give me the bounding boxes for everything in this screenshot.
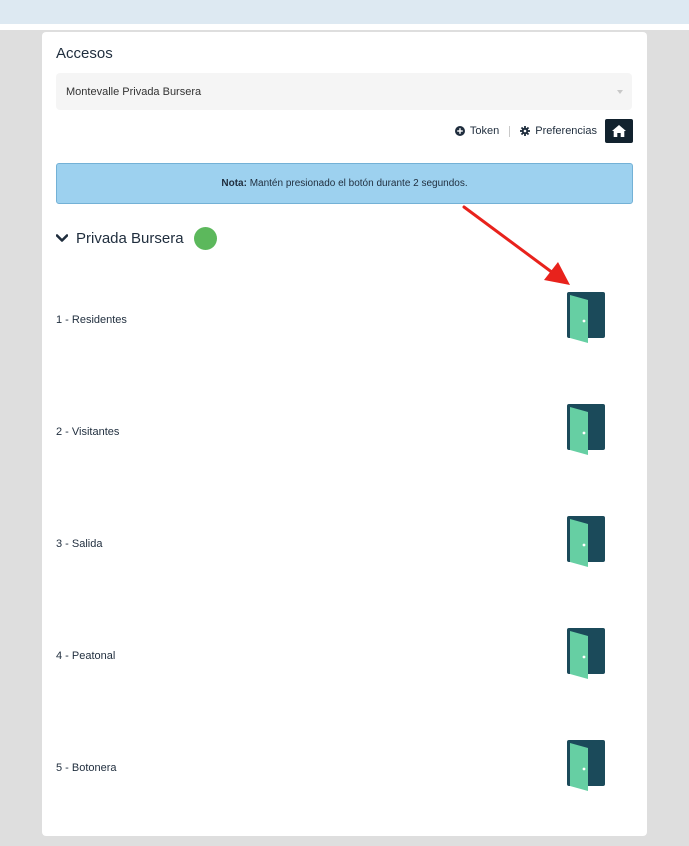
door-open-icon[interactable] xyxy=(566,740,606,792)
annotation-arrow xyxy=(462,205,570,285)
access-row: 3 - Salida xyxy=(56,516,632,572)
door-open-icon[interactable] xyxy=(566,628,606,680)
site-select-value: Montevalle Privada Bursera xyxy=(66,86,202,98)
preferences-label: Preferencias xyxy=(535,125,597,137)
access-label: 1 - Residentes xyxy=(56,314,127,326)
access-label: 2 - Visitantes xyxy=(56,426,120,438)
access-row: 1 - Residentes xyxy=(56,292,632,348)
group-header-privada-bursera[interactable]: Privada Bursera xyxy=(56,226,217,250)
toolbar: Token Preferencias xyxy=(454,119,633,143)
browser-top-bar xyxy=(0,0,689,24)
token-label: Token xyxy=(469,125,500,137)
access-label: 4 - Peatonal xyxy=(56,650,116,662)
site-select[interactable]: Montevalle Privada Bursera xyxy=(56,73,632,110)
plus-circle-icon xyxy=(454,126,465,136)
door-open-icon[interactable] xyxy=(566,516,606,568)
home-button[interactable] xyxy=(605,119,633,143)
door-open-icon[interactable] xyxy=(566,292,606,344)
access-card: Accesos Montevalle Privada Bursera Token xyxy=(42,32,647,836)
toolbar-divider xyxy=(509,125,511,137)
access-row: 5 - Botonera xyxy=(56,740,632,796)
preferences-button[interactable]: Preferencias xyxy=(520,125,597,137)
top-strip xyxy=(0,24,689,30)
home-icon xyxy=(612,125,626,137)
access-label: 5 - Botonera xyxy=(56,762,117,774)
access-row: 4 - Peatonal xyxy=(56,628,632,684)
note-text: Mantén presionado el botón durante 2 seg… xyxy=(246,178,468,189)
note-alert: Nota: Mantén presionado el botón durante… xyxy=(56,163,633,204)
status-indicator xyxy=(193,226,217,250)
page-title: Accesos xyxy=(56,45,113,62)
token-button[interactable]: Token xyxy=(454,125,500,137)
group-title: Privada Bursera xyxy=(76,229,184,247)
access-row: 2 - Visitantes xyxy=(56,404,632,460)
chevron-down-icon xyxy=(56,233,68,242)
door-open-icon[interactable] xyxy=(566,404,606,456)
note-label: Nota: xyxy=(221,178,247,189)
chevron-down-icon xyxy=(617,90,623,94)
access-label: 3 - Salida xyxy=(56,538,103,550)
gear-icon xyxy=(520,126,531,136)
